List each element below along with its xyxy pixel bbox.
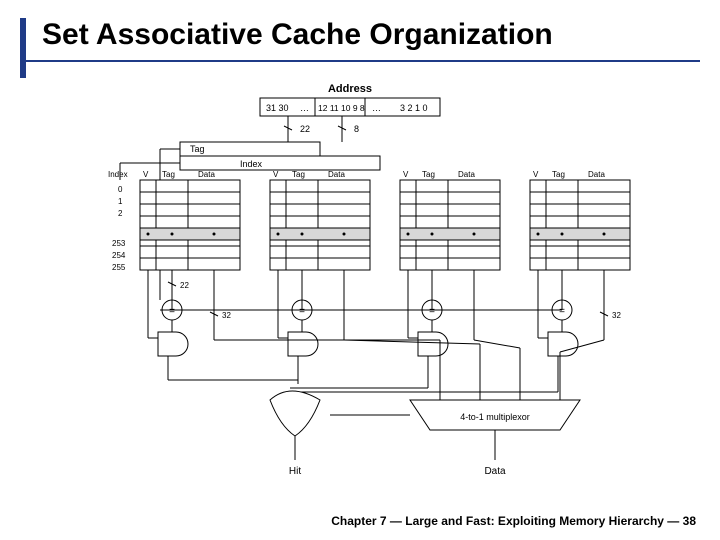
way-0: V Tag Data 22 32 = xyxy=(140,170,240,380)
svg-text:Index: Index xyxy=(240,159,263,169)
accent-bar xyxy=(20,18,26,78)
svg-text:32: 32 xyxy=(612,311,621,320)
cache-diagram: Address 31 30 … 12 11 10 9 8 … 3 2 1 0 2… xyxy=(60,80,660,500)
svg-text:V: V xyxy=(533,170,539,179)
svg-text:Data: Data xyxy=(198,170,215,179)
svg-text:Data: Data xyxy=(328,170,345,179)
svg-text:8: 8 xyxy=(354,124,359,134)
mux: 4-to-1 multiplexor Data xyxy=(214,340,604,477)
tag-fanout xyxy=(160,300,562,310)
svg-text:1: 1 xyxy=(118,197,123,206)
svg-text:32: 32 xyxy=(222,311,231,320)
svg-text:…: … xyxy=(372,103,381,113)
title-rule xyxy=(20,60,700,62)
svg-text:Index: Index xyxy=(108,170,128,179)
svg-text:4-to-1 multiplexor: 4-to-1 multiplexor xyxy=(460,412,530,422)
svg-text:253: 253 xyxy=(112,239,126,248)
way-1: V Tag Data = xyxy=(270,170,370,384)
data-label: Data xyxy=(484,466,506,477)
svg-text:…: … xyxy=(300,103,309,113)
way-3: V Tag Data 32 = xyxy=(530,170,630,392)
address-register: 31 30 … 12 11 10 9 8 … 3 2 1 0 xyxy=(260,98,440,116)
svg-text:22: 22 xyxy=(180,281,189,290)
svg-text:V: V xyxy=(143,170,149,179)
page-title: Set Associative Cache Organization xyxy=(42,18,553,52)
svg-text:255: 255 xyxy=(112,263,126,272)
address-label: Address xyxy=(328,83,372,95)
ways-group: V Tag Data 22 32 = xyxy=(140,170,630,392)
svg-text:Tag: Tag xyxy=(292,170,305,179)
svg-text:Tag: Tag xyxy=(422,170,435,179)
svg-text:3 2 1 0: 3 2 1 0 xyxy=(400,103,428,113)
svg-text:0: 0 xyxy=(118,185,123,194)
svg-text:Tag: Tag xyxy=(190,144,205,154)
svg-text:Data: Data xyxy=(458,170,475,179)
svg-text:22: 22 xyxy=(300,124,310,134)
index-column: Index 0 1 2 253 254 255 xyxy=(108,170,128,272)
svg-text:V: V xyxy=(273,170,279,179)
footer-text: Chapter 7 — Large and Fast: Exploiting M… xyxy=(331,514,696,528)
svg-text:Data: Data xyxy=(588,170,605,179)
svg-text:2: 2 xyxy=(118,209,123,218)
svg-text:Tag: Tag xyxy=(552,170,565,179)
svg-text:31 30: 31 30 xyxy=(266,103,289,113)
svg-text:254: 254 xyxy=(112,251,126,260)
svg-text:V: V xyxy=(403,170,409,179)
svg-text:Tag: Tag xyxy=(162,170,175,179)
hit-label: Hit xyxy=(289,466,301,477)
svg-text:12 11 10 9 8: 12 11 10 9 8 xyxy=(318,103,365,113)
address-split: 22 8 xyxy=(284,116,359,142)
way-2: V Tag Data = xyxy=(400,170,500,388)
